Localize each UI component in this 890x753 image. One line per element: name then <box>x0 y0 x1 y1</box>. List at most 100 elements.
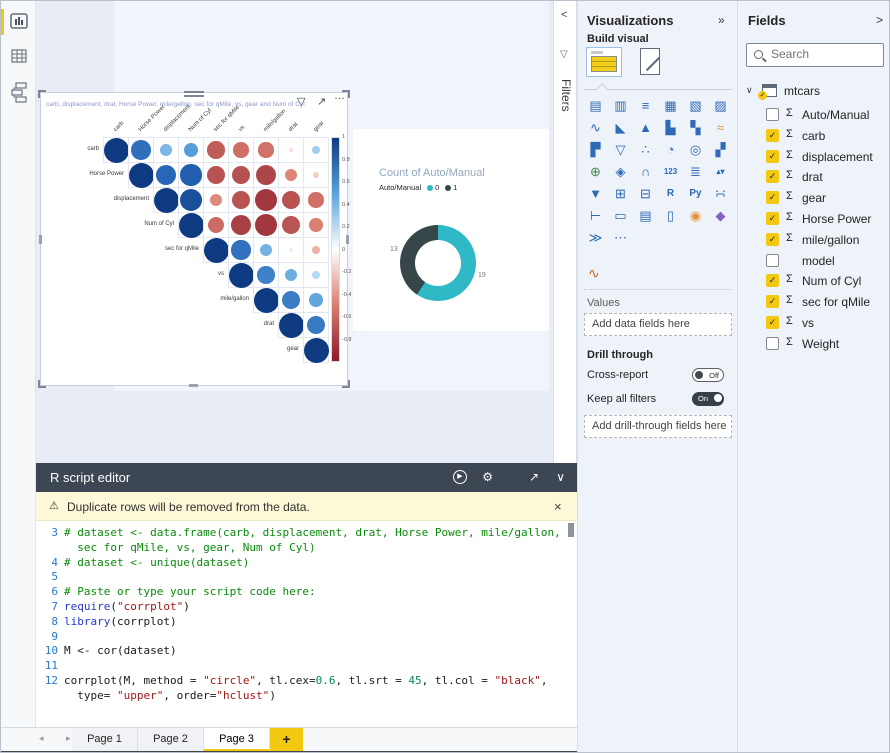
model-view-icon[interactable] <box>9 81 29 101</box>
key-influencers-icon[interactable]: ∺ <box>708 183 733 205</box>
field-name[interactable]: vs <box>802 316 814 330</box>
editor-scrollbar[interactable] <box>568 523 574 537</box>
search-input[interactable] <box>771 47 879 61</box>
field-checkbox[interactable] <box>766 337 779 350</box>
line-and-clustered-column-chart-icon[interactable]: ▚ <box>683 117 708 139</box>
field-name[interactable]: gear <box>802 191 826 205</box>
resize-handle[interactable] <box>342 380 350 388</box>
field-checkbox[interactable]: ✓ <box>766 316 779 329</box>
area-chart-icon[interactable]: ◣ <box>608 117 633 139</box>
resize-handle[interactable] <box>38 90 46 98</box>
field-row[interactable]: ✓Σcarb <box>738 126 890 146</box>
field-name[interactable]: mile/gallon <box>802 233 859 247</box>
field-name[interactable]: sec for qMile <box>802 295 870 309</box>
power-apps-icon[interactable]: ◆ <box>708 205 733 227</box>
field-checkbox[interactable]: ✓ <box>766 295 779 308</box>
waterfall-chart-icon[interactable]: ▛ <box>583 139 608 161</box>
treemap-icon[interactable]: ▞ <box>708 139 733 161</box>
filters-pane-collapsed[interactable]: < ▽ Filters <box>553 1 577 463</box>
q-and-a-icon[interactable]: ▭ <box>608 205 633 227</box>
donut-chart-visual[interactable]: Count of Auto/Manual Auto/Manual01 1913 <box>353 129 549 331</box>
cross-report-toggle[interactable]: Off <box>692 368 724 382</box>
expand-filters-icon[interactable]: < <box>561 9 567 21</box>
page-tab-3[interactable]: Page 3 <box>204 728 270 752</box>
decomposition-tree-icon[interactable]: ⊢ <box>583 205 608 227</box>
report-canvas[interactable]: ▽ ↗ … carb, displacement, drat, Horse Po… <box>36 1 553 463</box>
close-warning-icon[interactable]: × <box>554 499 562 514</box>
field-checkbox[interactable]: ✓ <box>766 274 779 287</box>
hundred-stacked-column-chart-icon[interactable]: ▨ <box>708 95 733 117</box>
field-row[interactable]: ✓ΣNum of Cyl <box>738 271 890 291</box>
python-visual-icon[interactable]: Py <box>683 183 708 205</box>
collapse-editor-icon[interactable]: ∨ <box>556 470 565 484</box>
field-checkbox[interactable] <box>766 108 779 121</box>
field-name[interactable]: model <box>802 254 835 268</box>
power-automate-icon[interactable]: ≫ <box>583 227 608 249</box>
field-row[interactable]: ✓ΣHorse Power <box>738 209 890 229</box>
field-row[interactable]: ✓Σdrat <box>738 167 890 187</box>
field-row[interactable]: ΣWeight <box>738 334 890 354</box>
field-name[interactable]: Weight <box>802 337 839 351</box>
resize-handle[interactable] <box>38 380 46 388</box>
legend-item-label[interactable]: 0 <box>435 183 439 192</box>
r-script-editor-header[interactable]: R script editor ▶ ⚙ ↗ ∨ <box>36 463 577 492</box>
card-icon[interactable]: 123 <box>658 161 683 183</box>
field-checkbox[interactable] <box>766 254 779 267</box>
field-name[interactable]: displacement <box>802 150 873 164</box>
clustered-bar-chart-icon[interactable]: ≡ <box>633 95 658 117</box>
arcgis-map-icon[interactable]: ◉ <box>683 205 708 227</box>
filled-map-icon[interactable]: ◈ <box>608 161 633 183</box>
data-view-icon[interactable] <box>9 46 29 66</box>
field-checkbox[interactable]: ✓ <box>766 233 779 246</box>
paginated-report-icon[interactable]: ▯ <box>658 205 683 227</box>
run-script-icon[interactable]: ▶ <box>453 470 467 484</box>
r-script-visual-icon[interactable]: R <box>658 183 683 205</box>
report-view-icon[interactable] <box>9 11 29 31</box>
kpi-icon[interactable]: ▴▾ <box>708 161 733 183</box>
resize-handle[interactable] <box>346 235 349 244</box>
stacked-column-chart-icon[interactable]: ▥ <box>608 95 633 117</box>
table-icon[interactable]: ⊞ <box>608 183 633 205</box>
legend-item-label[interactable]: 1 <box>453 183 457 192</box>
donut-chart-icon[interactable]: ◎ <box>683 139 708 161</box>
custom-visual-icon[interactable]: ∿ <box>588 265 600 282</box>
scatter-chart-icon[interactable]: ∴ <box>633 139 658 161</box>
resize-handle[interactable] <box>189 384 198 387</box>
pie-chart-icon[interactable]: ◔ <box>658 139 683 161</box>
collapse-fields-icon[interactable]: > <box>876 13 883 27</box>
values-field-well[interactable]: Add data fields here <box>584 313 732 336</box>
field-row[interactable]: ✓Σsec for qMile <box>738 292 890 312</box>
stacked-bar-chart-icon[interactable]: ▤ <box>583 95 608 117</box>
line-chart-icon[interactable]: ∿ <box>583 117 608 139</box>
script-code-area[interactable]: 3# dataset <- data.frame(carb, displacem… <box>36 521 577 727</box>
hundred-stacked-bar-chart-icon[interactable]: ▧ <box>683 95 708 117</box>
add-page-button[interactable]: + <box>270 728 303 752</box>
field-name[interactable]: Horse Power <box>802 212 871 226</box>
field-row[interactable]: model <box>738 251 890 271</box>
get-more-visuals-icon[interactable]: ⋯ <box>608 227 633 249</box>
field-row[interactable]: ✓Σgear <box>738 188 890 208</box>
smart-narrative-icon[interactable]: ▤ <box>633 205 658 227</box>
collapse-visualizations-icon[interactable]: » <box>718 13 725 27</box>
field-name[interactable]: Num of Cyl <box>802 274 861 288</box>
stacked-area-chart-icon[interactable]: ▲ <box>633 117 658 139</box>
clustered-column-chart-icon[interactable]: ▦ <box>658 95 683 117</box>
drill-through-field-well[interactable]: Add drill-through fields here <box>584 415 732 438</box>
field-checkbox[interactable]: ✓ <box>766 150 779 163</box>
open-external-ide-icon[interactable]: ↗ <box>529 470 539 484</box>
field-checkbox[interactable]: ✓ <box>766 129 779 142</box>
resize-handle[interactable] <box>39 235 42 244</box>
field-checkbox[interactable]: ✓ <box>766 212 779 225</box>
slicer-icon[interactable]: ▼ <box>583 183 608 205</box>
r-script-corrplot-visual[interactable]: ▽ ↗ … carb, displacement, drat, Horse Po… <box>41 93 347 385</box>
map-icon[interactable]: ⊕ <box>583 161 608 183</box>
page-tab-1[interactable]: Page 1 <box>72 728 138 752</box>
field-row[interactable]: ΣAuto/Manual <box>738 105 890 125</box>
field-name[interactable]: drat <box>802 170 823 184</box>
ribbon-chart-icon[interactable]: ≈ <box>708 117 733 139</box>
keep-all-filters-toggle[interactable]: On <box>692 392 724 406</box>
field-row[interactable]: ✓Σmile/gallon <box>738 230 890 250</box>
matrix-icon[interactable]: ⊟ <box>633 183 658 205</box>
multi-row-card-icon[interactable]: ≣ <box>683 161 708 183</box>
field-search-box[interactable] <box>746 43 884 67</box>
